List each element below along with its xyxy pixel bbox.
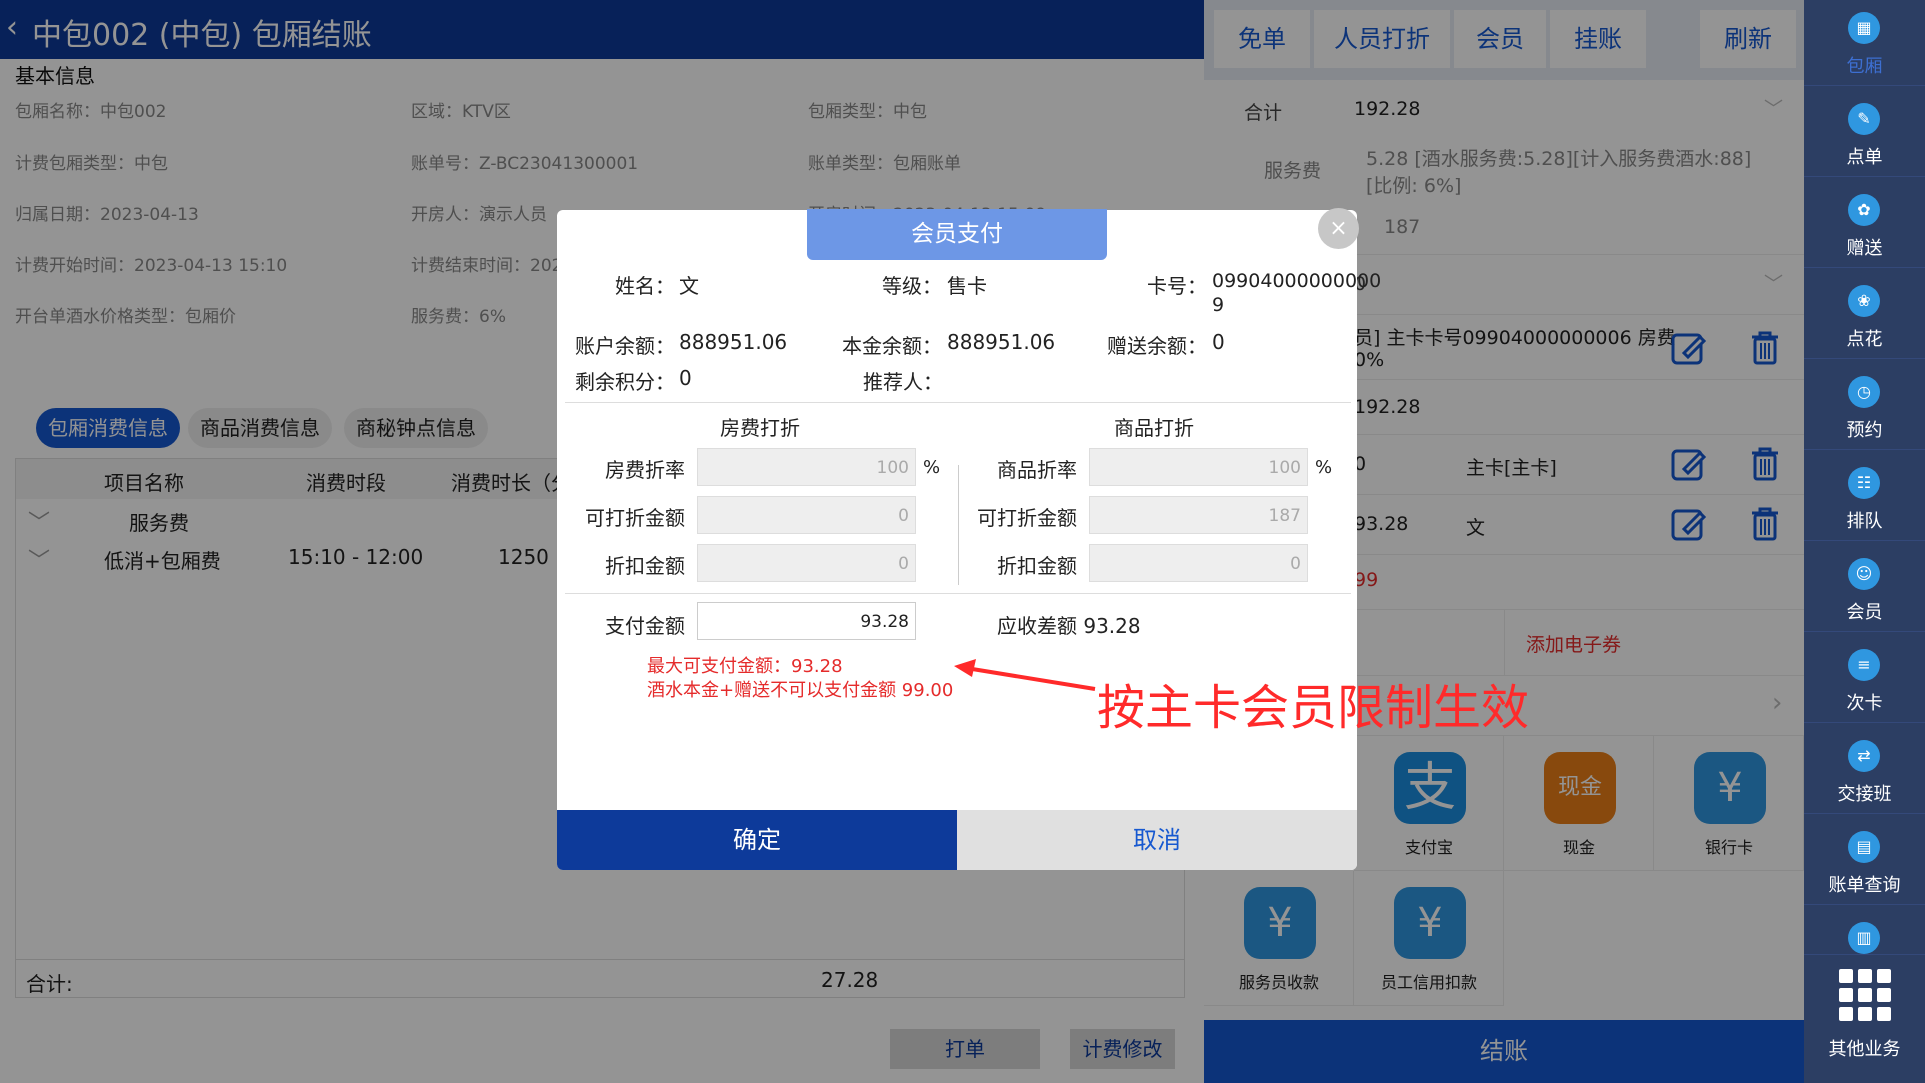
pay-amount-label: 支付金额 bbox=[605, 614, 685, 638]
sidebar-item-order[interactable]: ✎ 点单 bbox=[1804, 91, 1925, 177]
document-icon: ▤ bbox=[1848, 831, 1880, 863]
pay-amount-input[interactable]: 93.28 bbox=[697, 602, 916, 640]
sidebar-item-punch-card[interactable]: ≡ 次卡 bbox=[1804, 637, 1925, 723]
name-value: 文 bbox=[679, 274, 699, 298]
sidebar-label: 账单查询 bbox=[1828, 875, 1901, 896]
card-number-value-2: 9 bbox=[1212, 294, 1225, 316]
principal-value: 888951.06 bbox=[947, 330, 1056, 354]
grid-icon: ▦ bbox=[1848, 12, 1880, 44]
level-label: 等级： bbox=[882, 274, 942, 298]
dialog-title: 会员支付 bbox=[807, 209, 1107, 260]
principal-label: 本金余额： bbox=[842, 334, 942, 358]
sidebar-item-more[interactable]: 其他业务 bbox=[1804, 955, 1925, 1083]
annotation-arrow bbox=[954, 659, 1096, 691]
user-icon: ☺ bbox=[1848, 558, 1880, 590]
grid-icon bbox=[1839, 969, 1891, 1021]
room-discount-amount-field[interactable]: 0 bbox=[697, 544, 916, 582]
room-discountable-field[interactable]: 0 bbox=[697, 496, 916, 534]
sidebar-item-member[interactable]: ☺ 会员 bbox=[1804, 546, 1925, 632]
clock-icon: ◷ bbox=[1848, 376, 1880, 408]
room-discount-amount-label: 折扣金额 bbox=[605, 554, 685, 578]
sidebar-label: 包厢 bbox=[1846, 56, 1883, 77]
sidebar-label: 赠送 bbox=[1846, 238, 1883, 259]
sidebar-item-bill-query[interactable]: ▤ 账单查询 bbox=[1804, 819, 1925, 905]
level-value: 售卡 bbox=[947, 274, 987, 298]
sidebar-item-shift[interactable]: ⇄ 交接班 bbox=[1804, 728, 1925, 814]
card-number-value: 09904000000000 bbox=[1212, 270, 1382, 292]
sidebar-item-gift[interactable]: ✿ 赠送 bbox=[1804, 182, 1925, 268]
chart-icon: ▥ bbox=[1848, 922, 1880, 954]
room-rate-label: 房费折率 bbox=[605, 458, 685, 482]
receivable-difference: 应收差额 93.28 bbox=[997, 614, 1141, 638]
referrer-label: 推荐人： bbox=[863, 370, 943, 394]
sidebar-item-flower[interactable]: ❀ 点花 bbox=[1804, 273, 1925, 359]
points-value: 0 bbox=[679, 366, 692, 390]
cancel-button[interactable]: 取消 bbox=[957, 810, 1357, 870]
limit-note: 酒水本金+赠送不可以支付金额 99.00 bbox=[647, 680, 954, 701]
sidebar-item-reserve[interactable]: ◷ 预约 bbox=[1804, 364, 1925, 450]
queue-icon: ☷ bbox=[1848, 467, 1880, 499]
percent-sign: % bbox=[1315, 457, 1333, 478]
name-label: 姓名： bbox=[615, 274, 675, 298]
flower-icon: ❀ bbox=[1848, 285, 1880, 317]
confirm-button[interactable]: 确定 bbox=[557, 810, 957, 870]
annotation-text: 按主卡会员限制生效 bbox=[1097, 680, 1530, 736]
card-number-label: 卡号： bbox=[1147, 274, 1207, 298]
order-icon: ✎ bbox=[1848, 103, 1880, 135]
gift-balance-value: 0 bbox=[1212, 330, 1225, 354]
sidebar-label: 点花 bbox=[1846, 329, 1883, 350]
sidebar-item-queue[interactable]: ☷ 排队 bbox=[1804, 455, 1925, 541]
goods-rate-label: 商品折率 bbox=[997, 458, 1077, 482]
shift-icon: ⇄ bbox=[1848, 740, 1880, 772]
sidebar-item-room[interactable]: ▦ 包厢 bbox=[1804, 0, 1925, 86]
room-discountable-label: 可打折金额 bbox=[585, 506, 685, 530]
sidebar: ▦ 包厢 ✎ 点单 ✿ 赠送 ❀ 点花 ◷ 预约 ☷ 排队 ☺ 会员 ≡ 次卡 … bbox=[1804, 0, 1925, 1083]
gift-balance-label: 赠送余额： bbox=[1107, 334, 1207, 358]
sidebar-label: 其他业务 bbox=[1828, 1039, 1901, 1060]
divider bbox=[565, 402, 1351, 403]
max-pay-note: 最大可支付金额：93.28 bbox=[647, 656, 843, 677]
sidebar-label: 交接班 bbox=[1837, 784, 1892, 805]
column-divider bbox=[958, 465, 959, 585]
sidebar-label: 预约 bbox=[1846, 420, 1883, 441]
gift-icon: ✿ bbox=[1848, 194, 1880, 226]
card-icon: ≡ bbox=[1848, 649, 1880, 681]
sidebar-label: 点单 bbox=[1846, 147, 1883, 168]
goods-discount-amount-field[interactable]: 0 bbox=[1089, 544, 1308, 582]
divider bbox=[565, 593, 1351, 594]
sidebar-label: 会员 bbox=[1846, 602, 1883, 623]
goods-rate-field[interactable]: 100 bbox=[1089, 448, 1308, 486]
balance-label: 账户余额： bbox=[575, 334, 675, 358]
room-rate-field[interactable]: 100 bbox=[697, 448, 916, 486]
sidebar-label: 排队 bbox=[1846, 511, 1883, 532]
sidebar-item-report[interactable]: ▥ bbox=[1804, 910, 1925, 955]
sidebar-label: 次卡 bbox=[1846, 693, 1883, 714]
room-discount-title: 房费打折 bbox=[720, 416, 800, 440]
goods-discountable-field[interactable]: 187 bbox=[1089, 496, 1308, 534]
goods-discountable-label: 可打折金额 bbox=[977, 506, 1077, 530]
points-label: 剩余积分： bbox=[575, 370, 675, 394]
member-pay-dialog: 会员支付 × 姓名： 文 等级： 售卡 卡号： 09904000000000 9… bbox=[557, 208, 1381, 870]
percent-sign: % bbox=[923, 457, 941, 478]
goods-discount-title: 商品打折 bbox=[1114, 416, 1194, 440]
goods-discount-amount-label: 折扣金额 bbox=[997, 554, 1077, 578]
balance-value: 888951.06 bbox=[679, 330, 788, 354]
close-icon[interactable]: × bbox=[1318, 208, 1359, 249]
